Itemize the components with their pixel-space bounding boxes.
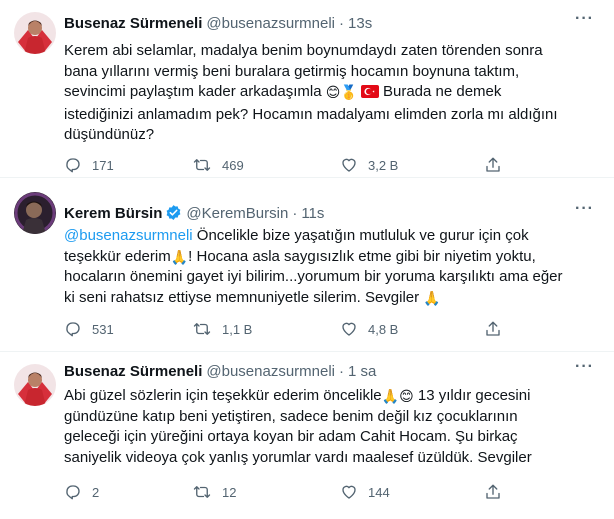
share-upload-icon <box>486 321 500 336</box>
speech-bubble-icon <box>66 322 80 337</box>
share-button[interactable] <box>484 156 502 174</box>
tweet-line: hocaların önemini gayet iyi bilirim...yo… <box>64 268 563 285</box>
retweet-arrows-icon <box>193 159 211 171</box>
tweet-line: teşekkür ederim🙏! Hocana asla saygısızlı… <box>64 247 536 266</box>
display-name[interactable]: Kerem Bürsin <box>64 205 162 222</box>
retweet-arrows-icon <box>193 323 211 335</box>
tweet-actions: 531 1,1 B 4,8 B <box>64 320 534 340</box>
tweet-actions: 171 469 3,2 B <box>64 156 534 176</box>
like-button[interactable]: 4,8 B <box>340 320 398 338</box>
tweet-text: @busenazsurmneli Öncelikle bize yaşatığı… <box>64 226 584 308</box>
avatar[interactable] <box>14 364 56 406</box>
tweet-line: düşündünüz? <box>64 126 155 143</box>
tweet-1[interactable]: Busenaz Sürmeneli @busenazsurmneli · 13s ··… <box>0 0 614 178</box>
reply-button[interactable]: 171 <box>64 156 114 174</box>
mention-link[interactable]: @busenazsurmneli <box>64 227 193 244</box>
user-handle[interactable]: @KeremBursin <box>186 205 288 222</box>
retweet-button[interactable]: 12 <box>192 483 236 501</box>
like-button[interactable]: 3,2 B <box>340 156 398 174</box>
verified-badge-icon <box>165 204 182 227</box>
tweet-line: gündüzüne katıp beni yetiştiren, sadece … <box>64 407 518 425</box>
separator-dot: · <box>339 363 345 380</box>
avatar[interactable] <box>14 12 56 54</box>
reply-button[interactable]: 2 <box>64 483 99 501</box>
like-count: 4,8 B <box>368 321 399 337</box>
display-name[interactable]: Busenaz Sürmeneli <box>64 363 202 380</box>
tweet-header: Busenaz Sürmeneli @busenazsurmneli · 1 sa <box>64 362 376 382</box>
tweet-text: Kerem abi selamlar, madalya benim boynum… <box>64 41 584 146</box>
tweet-line: ki seni rahatsız ettiyse memnuniyetle si… <box>64 288 441 307</box>
more-dots-icon[interactable]: ··· <box>575 358 594 376</box>
pray-emoji: 🙏 <box>423 290 441 307</box>
tweet-line: Abi güzel sözlerin için teşekkür ederim … <box>64 387 531 405</box>
reply-count: 531 <box>92 321 114 337</box>
timestamp[interactable]: 11s <box>301 205 324 222</box>
retweet-button[interactable]: 469 <box>192 156 244 174</box>
reply-button[interactable]: 531 <box>64 320 114 338</box>
heart-icon <box>342 158 356 172</box>
speech-bubble-icon <box>66 485 80 500</box>
separator-dot: · <box>292 205 298 222</box>
reply-count: 2 <box>92 484 100 500</box>
tweet-line: geleceği için yüreğini ortaya koyan bir … <box>64 428 518 445</box>
share-upload-icon <box>486 157 500 172</box>
display-name[interactable]: Busenaz Sürmeneli <box>64 15 202 32</box>
retweet-count: 1,1 B <box>222 321 253 337</box>
pray-emoji: 🙏 <box>381 389 400 405</box>
retweet-count: 12 <box>222 484 237 500</box>
pray-emoji: 🙏 <box>170 249 189 266</box>
smile-emoji: 😊 <box>325 85 341 101</box>
more-dots-icon[interactable]: ··· <box>575 10 594 28</box>
speech-bubble-icon <box>66 158 80 173</box>
like-count: 144 <box>368 484 390 500</box>
retweet-arrows-icon <box>193 486 211 498</box>
timestamp[interactable]: 13s <box>348 15 372 32</box>
tweet-2[interactable]: Kerem Bürsin @KeremBursin · 11s ··· @busena… <box>0 178 614 352</box>
heart-icon <box>342 322 356 336</box>
smile-emoji: 😊 <box>399 389 414 405</box>
tweet-header: Kerem Bürsin @KeremBursin · 11s <box>64 204 324 227</box>
tweet-line: sevincimi paylaştım kader arkadaşımla 😊🥇… <box>64 82 584 105</box>
tweet-line: Kerem abi selamlar, madalya benim boynum… <box>64 42 543 59</box>
tweet-line: @busenazsurmneli Öncelikle bize yaşatığı… <box>64 227 529 244</box>
heart-icon <box>342 485 356 499</box>
tweet-3[interactable]: Busenaz Sürmeneli @busenazsurmneli · 1 sa ·… <box>0 352 614 519</box>
tweet-text: Abi güzel sözlerin için teşekkür ederim … <box>64 386 584 468</box>
turkey-flag-emoji <box>360 84 379 105</box>
reply-count: 171 <box>92 157 114 173</box>
user-handle[interactable]: @busenazsurmneli <box>206 363 335 380</box>
like-count: 3,2 B <box>368 157 399 173</box>
more-dots-icon[interactable]: ··· <box>575 200 594 218</box>
tweet-header: Busenaz Sürmeneli @busenazsurmneli · 13s <box>64 14 372 34</box>
tweet-line: saniyelik videoya çok yanlış yorumlar va… <box>64 448 532 466</box>
tweet-line: bana yıllarını vermiş beni buralara geti… <box>64 62 520 80</box>
share-button[interactable] <box>484 320 502 338</box>
avatar[interactable] <box>14 192 56 234</box>
retweet-count: 469 <box>222 157 244 173</box>
share-upload-icon <box>486 484 500 499</box>
tweet-actions: 2 12 144 <box>64 483 534 503</box>
separator-dot: · <box>339 15 345 32</box>
medal-emoji: 🥇 <box>340 85 358 101</box>
retweet-button[interactable]: 1,1 B <box>192 320 252 338</box>
user-handle[interactable]: @busenazsurmneli <box>206 15 335 32</box>
share-button[interactable] <box>484 483 502 501</box>
tweet-line: istediğinizi anlamadım pek? Hocamın mada… <box>64 105 558 123</box>
timestamp[interactable]: 1 sa <box>348 363 376 380</box>
like-button[interactable]: 144 <box>340 483 390 501</box>
